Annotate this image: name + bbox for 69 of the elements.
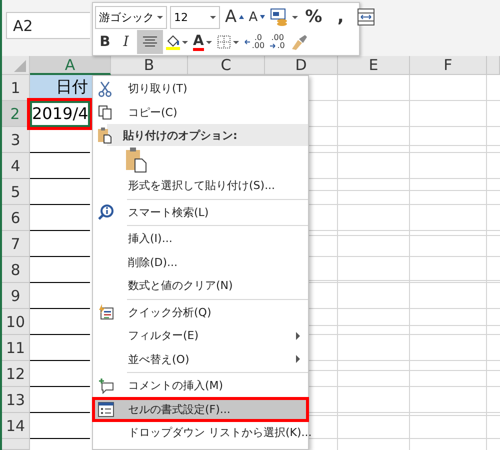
number-format-button[interactable]: , — [328, 6, 354, 28]
row-header[interactable]: 14 — [2, 413, 30, 439]
caret-icon — [292, 16, 298, 18]
quick-analysis-icon — [98, 304, 114, 320]
paste-option-button[interactable] — [125, 147, 147, 173]
name-box[interactable]: A2 — [6, 12, 90, 39]
menu-item[interactable]: フィルター(E) — [93, 324, 308, 348]
menu-item[interactable]: セルの書式設定(F)... — [93, 398, 308, 421]
font-color-button[interactable]: A — [191, 31, 214, 53]
row-header[interactable]: 4 — [2, 153, 30, 179]
format-dropdown-button[interactable] — [268, 6, 300, 28]
row-header[interactable]: 3 — [2, 127, 30, 153]
right-arrow-icon — [270, 43, 276, 49]
menu-item[interactable]: 切り取り(T) — [93, 77, 308, 100]
left-arrow-icon — [244, 39, 250, 45]
clipboard-icon — [97, 126, 112, 144]
row-header[interactable]: 9 — [2, 283, 30, 309]
increase-decimal-button[interactable]: .0 .00 — [242, 31, 267, 53]
column-header[interactable]: B — [111, 56, 188, 75]
table-cell — [30, 413, 90, 439]
paintbrush-icon — [290, 34, 309, 50]
search-icon — [98, 204, 114, 220]
menu-item[interactable]: コメントの挿入(M) — [93, 374, 308, 398]
align-center-icon — [143, 36, 157, 48]
row-header[interactable]: 10 — [2, 309, 30, 335]
number-format-button[interactable]: % — [300, 6, 327, 28]
menu-item[interactable]: 数式と値のクリア(N) — [93, 274, 308, 298]
caret-icon — [232, 40, 239, 44]
menu-item[interactable]: コピー(C) — [93, 100, 308, 124]
scissors-icon — [98, 80, 112, 97]
caret-icon — [206, 40, 212, 44]
menu-item[interactable]: スマート検索(L) — [93, 200, 308, 224]
menu-item[interactable]: 並べ替え(O) — [93, 348, 308, 371]
up-triangle-icon — [238, 15, 244, 19]
caret-icon — [182, 40, 188, 44]
bold-button[interactable]: B — [95, 31, 115, 53]
menu-item[interactable]: 形式を選択して貼り付け(S)... — [93, 174, 308, 198]
column-header[interactable]: C — [188, 56, 265, 75]
column-header[interactable]: E — [338, 56, 410, 75]
menu-item[interactable]: 挿入(I)... — [93, 227, 308, 250]
column-header[interactable]: F — [410, 56, 487, 75]
font-size-field[interactable]: 12 — [170, 6, 220, 28]
row-header[interactable]: 11 — [2, 335, 30, 361]
table-cell: 2019/4 — [30, 101, 90, 127]
decrease-decimal-button[interactable]: .00 .0 — [268, 31, 288, 53]
row-header[interactable]: 12 — [2, 361, 30, 387]
row-header[interactable]: 13 — [2, 387, 30, 413]
menu-item[interactable]: ドロップダウン リストから選択(K)... — [93, 421, 308, 444]
grow-font-button[interactable]: A — [223, 6, 246, 28]
shrink-font-button[interactable]: A — [246, 6, 267, 28]
menu-item[interactable]: クイック分析(Q) — [93, 300, 308, 324]
row-header[interactable]: 1 — [2, 75, 30, 101]
row-header[interactable]: 5 — [2, 179, 30, 205]
menu-item[interactable]: 削除(D)... — [93, 250, 308, 274]
font-name-field[interactable]: 游ゴシック — [95, 6, 167, 28]
border-grid-icon — [216, 35, 231, 49]
row-header[interactable]: 6 — [2, 205, 30, 231]
merge-button[interactable] — [354, 6, 377, 28]
row-header[interactable]: 7 — [2, 231, 30, 257]
format-cells-icon — [98, 402, 114, 417]
row-header[interactable]: 8 — [2, 257, 30, 283]
column-header[interactable]: A — [30, 56, 111, 75]
center-align-button[interactable] — [137, 30, 163, 54]
down-triangle-icon — [260, 15, 265, 19]
coins-table-icon — [270, 8, 290, 26]
comment-icon — [98, 378, 114, 394]
column-header[interactable]: D — [265, 56, 338, 75]
copy-icon — [98, 104, 113, 120]
italic-button[interactable]: I — [116, 31, 136, 53]
